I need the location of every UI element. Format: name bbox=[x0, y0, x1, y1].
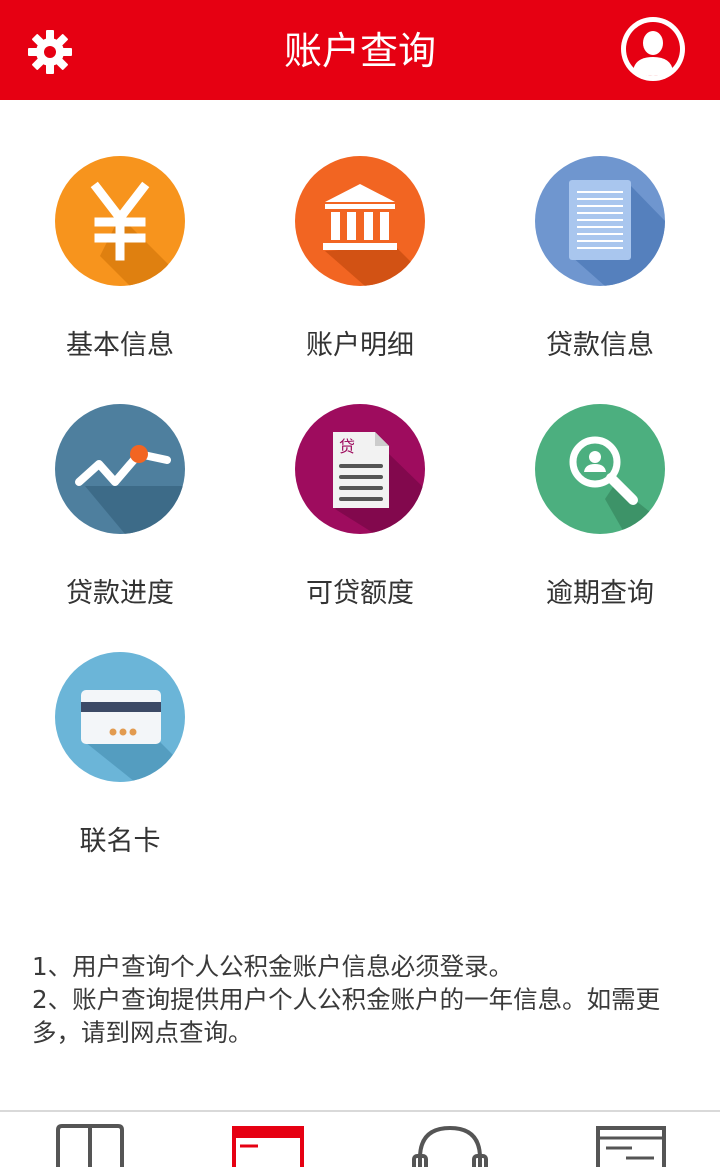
user-search-icon bbox=[535, 404, 665, 534]
page-title: 账户查询 bbox=[283, 29, 436, 73]
tile-account-detail[interactable]: 账户明细 bbox=[240, 100, 480, 361]
notice-line-1: 1、用户查询个人公积金账户信息必须登录。 bbox=[32, 952, 514, 981]
document-icon bbox=[535, 156, 665, 286]
tile-label: 联名卡 bbox=[79, 826, 161, 857]
svg-text:贷: 贷 bbox=[339, 437, 355, 456]
user-avatar-icon[interactable] bbox=[618, 14, 688, 84]
tile-cobranded-card[interactable]: 联名卡 bbox=[0, 596, 240, 857]
tile-label: 逾期查询 bbox=[546, 578, 654, 609]
trend-line-icon bbox=[55, 404, 185, 534]
tile-label: 可贷额度 bbox=[306, 578, 414, 609]
tile-loan-quota[interactable]: 贷 可贷额度 bbox=[240, 348, 480, 609]
account-query-page: 账户查询 基本信息 账户明细 贷款信息 贷款进度 贷 可贷额度 逾期查询 联名卡… bbox=[0, 0, 720, 1167]
tile-loan-progress[interactable]: 贷款进度 bbox=[0, 348, 240, 609]
query-icon[interactable] bbox=[228, 1122, 308, 1167]
notice-text: 1、用户查询个人公积金账户信息必须登录。 2、账户查询提供用户个人公积金账户的一… bbox=[32, 950, 692, 1049]
news-icon[interactable] bbox=[592, 1122, 672, 1167]
top-bar: 账户查询 bbox=[0, 0, 720, 100]
bank-icon bbox=[295, 156, 425, 286]
yuan-icon bbox=[55, 156, 185, 286]
card-icon bbox=[55, 652, 185, 782]
bottom-nav bbox=[0, 1110, 720, 1167]
notice-line-2: 2、账户查询提供用户个人公积金账户的一年信息。如需更多，请到网点查询。 bbox=[32, 985, 661, 1047]
tile-overdue-query[interactable]: 逾期查询 bbox=[480, 348, 720, 609]
book-icon[interactable] bbox=[50, 1122, 130, 1167]
tile-basic-info[interactable]: 基本信息 bbox=[0, 100, 240, 361]
tile-loan-info[interactable]: 贷款信息 bbox=[480, 100, 720, 361]
headset-icon[interactable] bbox=[410, 1122, 490, 1167]
loan-document-icon: 贷 bbox=[295, 404, 425, 534]
